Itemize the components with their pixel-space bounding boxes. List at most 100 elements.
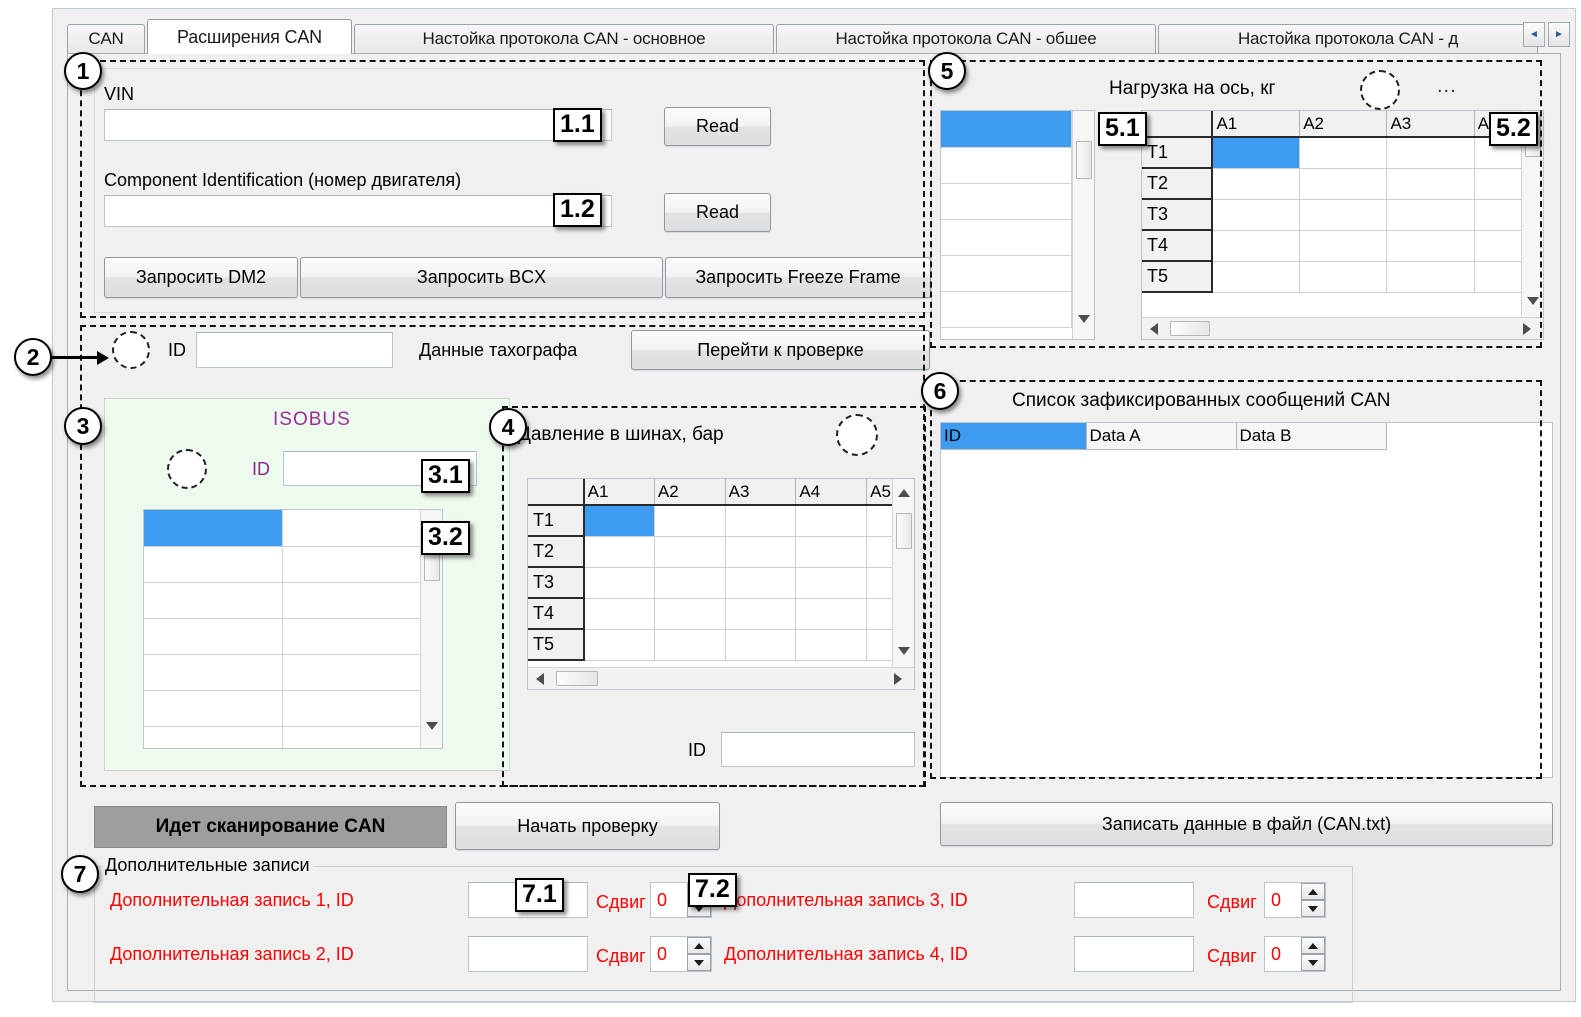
- grid-cell[interactable]: [282, 546, 422, 583]
- column-header-data-b[interactable]: Data B: [1236, 423, 1387, 450]
- column-header-id[interactable]: ID: [941, 423, 1087, 450]
- row-header[interactable]: T3: [1142, 199, 1214, 231]
- table-row[interactable]: T4: [1142, 230, 1521, 262]
- scroll-right-arrow-icon[interactable]: [1523, 323, 1531, 335]
- tab-scroll-right-button[interactable]: ►: [1548, 22, 1570, 47]
- row-header[interactable]: T4: [1142, 230, 1214, 262]
- grid-cell[interactable]: [866, 598, 892, 630]
- grid-cell[interactable]: [583, 536, 655, 568]
- table-row[interactable]: [144, 618, 422, 655]
- component-read-button[interactable]: Read: [664, 193, 771, 232]
- grid-cell[interactable]: [725, 536, 797, 568]
- tire-pressure-grid[interactable]: A1 A2 A3 A4 A5 T1 T2 T3 T4 T5: [527, 478, 915, 690]
- axle-load-grid[interactable]: A1 A2 A3 A4 T1: [1141, 110, 1544, 340]
- grid-cell[interactable]: [282, 690, 422, 727]
- record-2-shift-stepper[interactable]: 0: [650, 936, 712, 972]
- grid-cell[interactable]: [282, 618, 422, 655]
- scroll-left-arrow-icon[interactable]: [536, 673, 544, 685]
- list-item[interactable]: [941, 183, 1072, 220]
- tab-can-protocol-main[interactable]: Настойка протокола CAN - основное: [354, 24, 774, 53]
- tacho-id-input[interactable]: [196, 332, 393, 368]
- grid-cell[interactable]: [583, 629, 655, 661]
- grid-cell[interactable]: [725, 598, 797, 630]
- stepper-buttons[interactable]: [1301, 883, 1325, 917]
- list-cell[interactable]: [941, 183, 1072, 220]
- grid-cell[interactable]: [795, 629, 868, 661]
- scroll-thumb[interactable]: [1076, 141, 1092, 179]
- scroll-down-arrow-icon[interactable]: [1078, 315, 1090, 323]
- column-header-data-a[interactable]: Data A: [1086, 423, 1237, 450]
- table-row[interactable]: [144, 726, 422, 748]
- record-3-shift-stepper[interactable]: 0: [1264, 882, 1326, 918]
- list-cell[interactable]: [941, 147, 1072, 184]
- stepper-down-button[interactable]: [1301, 900, 1325, 917]
- grid-cell[interactable]: [583, 505, 655, 537]
- table-row[interactable]: [144, 582, 422, 619]
- record-3-id-input[interactable]: [1074, 882, 1194, 918]
- scroll-left-arrow-icon[interactable]: [1150, 323, 1158, 335]
- row-header[interactable]: T5: [1142, 261, 1214, 293]
- isobus-grid[interactable]: [143, 509, 443, 749]
- start-check-button[interactable]: Начать проверку: [455, 802, 720, 850]
- stepper-up-button[interactable]: [687, 937, 711, 954]
- table-row[interactable]: T2: [1142, 168, 1521, 200]
- grid-cell[interactable]: [1474, 230, 1521, 262]
- column-header[interactable]: A1: [1212, 111, 1301, 138]
- grid-cell[interactable]: [282, 726, 422, 748]
- table-row[interactable]: T2: [528, 536, 892, 568]
- grid-cell[interactable]: [282, 582, 422, 619]
- grid-cell[interactable]: [866, 505, 892, 537]
- list-cell[interactable]: [941, 111, 1072, 148]
- grid-cell[interactable]: [1299, 261, 1388, 293]
- grid-cell[interactable]: [1299, 137, 1388, 169]
- scroll-down-arrow-icon[interactable]: [898, 647, 910, 655]
- request-freeze-frame-button[interactable]: Запросить Freeze Frame: [665, 257, 931, 298]
- record-3-shift-value[interactable]: 0: [1265, 890, 1301, 911]
- grid-cell[interactable]: [144, 618, 283, 655]
- grid-cell[interactable]: [1386, 261, 1475, 293]
- grid-cell[interactable]: [795, 598, 868, 630]
- grid-cell[interactable]: [654, 629, 726, 661]
- table-row[interactable]: [144, 690, 422, 727]
- grid-cell[interactable]: [725, 629, 797, 661]
- stepper-up-button[interactable]: [1301, 883, 1325, 900]
- table-row[interactable]: T1: [1142, 137, 1521, 169]
- grid-cell[interactable]: [1386, 168, 1475, 200]
- scroll-thumb[interactable]: [556, 671, 598, 686]
- grid-cell[interactable]: [866, 629, 892, 661]
- grid-cell[interactable]: [1474, 199, 1521, 231]
- list-cell[interactable]: [941, 219, 1072, 256]
- tire-pressure-id-input[interactable]: [721, 732, 915, 767]
- grid-cell[interactable]: [1474, 261, 1521, 293]
- axle-load-grid-hscrollbar[interactable]: [1142, 317, 1543, 339]
- grid-cell[interactable]: [1212, 230, 1301, 262]
- table-row[interactable]: T1: [528, 505, 892, 537]
- scroll-down-arrow-icon[interactable]: [426, 722, 438, 730]
- scroll-right-arrow-icon[interactable]: [894, 673, 902, 685]
- row-header[interactable]: T1: [528, 505, 585, 537]
- list-item[interactable]: [941, 219, 1072, 256]
- stepper-down-button[interactable]: [687, 954, 711, 971]
- scroll-down-arrow-icon[interactable]: [1527, 297, 1539, 305]
- grid-cell[interactable]: [725, 567, 797, 599]
- grid-cell[interactable]: [866, 536, 892, 568]
- row-header[interactable]: T2: [1142, 168, 1214, 200]
- vin-read-button[interactable]: Read: [664, 107, 771, 146]
- grid-cell[interactable]: [282, 510, 422, 547]
- grid-cell[interactable]: [282, 654, 422, 691]
- column-header[interactable]: A3: [1386, 111, 1475, 138]
- grid-cell[interactable]: [144, 582, 283, 619]
- list-item[interactable]: [941, 291, 1072, 328]
- table-row[interactable]: [144, 546, 422, 583]
- record-1-shift-value[interactable]: 0: [651, 890, 687, 911]
- column-header[interactable]: A2: [1299, 111, 1388, 138]
- record-4-shift-stepper[interactable]: 0: [1264, 936, 1326, 972]
- table-row[interactable]: [144, 654, 422, 691]
- goto-check-button[interactable]: Перейти к проверке: [631, 330, 930, 370]
- column-header[interactable]: A1: [583, 479, 655, 506]
- axle-load-list-vscrollbar[interactable]: [1072, 111, 1094, 339]
- row-header[interactable]: T1: [1142, 137, 1214, 169]
- scroll-thumb[interactable]: [896, 513, 912, 549]
- grid-cell[interactable]: [144, 546, 283, 583]
- stepper-up-button[interactable]: [1301, 937, 1325, 954]
